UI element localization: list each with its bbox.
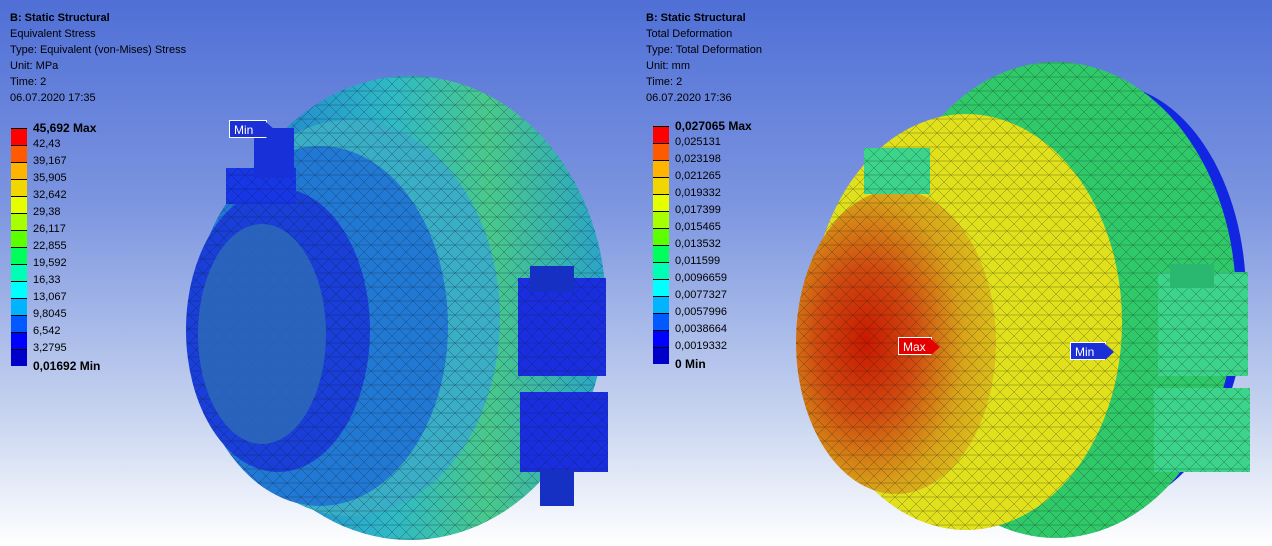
result-name: Total Deformation <box>646 28 733 40</box>
legend-label: 9,8045 <box>33 308 67 320</box>
result-date: 06.07.2020 17:36 <box>646 92 732 104</box>
legend-swatch <box>11 332 27 349</box>
result-name: Equivalent Stress <box>10 28 96 40</box>
legend-label: 0,015465 <box>675 221 721 233</box>
result-unit: Unit: mm <box>646 60 690 72</box>
legend-label: 0,025131 <box>675 136 721 148</box>
legend-label: 0,017399 <box>675 204 721 216</box>
legend-swatch <box>11 196 27 213</box>
legend-swatch <box>653 347 669 364</box>
legend-label: 0,011599 <box>675 255 721 267</box>
legend-label: 0,019332 <box>675 187 721 199</box>
legend-label: 19,592 <box>33 257 67 269</box>
legend-swatch <box>11 128 27 145</box>
result-time: Time: 2 <box>646 76 683 88</box>
legend-swatch <box>653 177 669 194</box>
result-type: Type: Total Deformation <box>646 44 762 56</box>
stress-viewport[interactable]: B: Static Structural Equivalent Stress T… <box>0 0 636 546</box>
legend-swatch <box>11 179 27 196</box>
legend-swatch <box>653 262 669 279</box>
legend-label: 6,542 <box>33 325 61 337</box>
legend-label: 0,0096659 <box>675 272 727 284</box>
legend-swatch <box>653 228 669 245</box>
legend-label: 0,0038664 <box>675 323 727 335</box>
legend-label: 0,0077327 <box>675 289 727 301</box>
legend-label: 22,855 <box>33 240 67 252</box>
probe-arrow <box>1105 344 1114 360</box>
legend-min-label: 0,01692 Min <box>33 359 101 373</box>
stress-info-block: B: Static Structural Equivalent Stress T… <box>10 10 186 106</box>
legend-swatch <box>653 296 669 313</box>
legend-label: 16,33 <box>33 274 61 286</box>
legend-swatch <box>653 194 669 211</box>
legend-label: 0,023198 <box>675 153 721 165</box>
legend-swatch <box>653 330 669 347</box>
legend-label: 39,167 <box>33 155 67 167</box>
result-date: 06.07.2020 17:35 <box>10 92 96 104</box>
legend-swatch <box>653 313 669 330</box>
legend-swatch <box>11 264 27 281</box>
legend-swatch <box>653 279 669 296</box>
probe-text: Max <box>903 340 926 354</box>
min-probe-label[interactable]: Min <box>1070 342 1114 360</box>
legend-label: 42,43 <box>33 138 61 150</box>
legend-swatch <box>653 245 669 262</box>
legend-label: 13,067 <box>33 291 67 303</box>
legend-label: 3,2795 <box>33 342 67 354</box>
legend-label: 0,027065 Max <box>675 119 752 133</box>
analysis-title: B: Static Structural <box>646 12 746 24</box>
legend-label: 45,692 Max <box>33 121 97 135</box>
legend-min-label: 0 Min <box>675 357 706 371</box>
max-probe-label[interactable]: Max <box>898 337 940 355</box>
deformation-info-block: B: Static Structural Total Deformation T… <box>646 10 762 106</box>
legend-swatch <box>11 145 27 162</box>
legend-swatch <box>11 247 27 264</box>
legend-label: 0,021265 <box>675 170 721 182</box>
legend-label: 32,642 <box>33 189 67 201</box>
legend-swatch <box>11 281 27 298</box>
probe-text: Min <box>1075 345 1095 359</box>
legend-swatch <box>653 160 669 177</box>
legend-label: 0,013532 <box>675 238 721 250</box>
analysis-title: B: Static Structural <box>10 12 110 24</box>
legend-swatch <box>11 349 27 366</box>
legend-swatch <box>11 230 27 247</box>
legend-swatch <box>653 211 669 228</box>
legend-swatch <box>11 162 27 179</box>
legend-label: 0,0057996 <box>675 306 727 318</box>
deformation-viewport[interactable]: B: Static Structural Total Deformation T… <box>636 0 1272 546</box>
result-type: Type: Equivalent (von-Mises) Stress <box>10 44 187 56</box>
legend-label: 26,117 <box>33 223 66 235</box>
probe-text: Min <box>234 123 254 137</box>
legend-swatch <box>653 126 669 143</box>
legend-swatch <box>11 315 27 332</box>
min-probe-label[interactable]: Min <box>229 120 275 138</box>
legend-swatch <box>653 143 669 160</box>
legend-label: 35,905 <box>33 172 67 184</box>
legend-label: 0,0019332 <box>675 340 727 352</box>
result-time: Time: 2 <box>10 76 47 88</box>
legend-swatch <box>11 298 27 315</box>
result-unit: Unit: MPa <box>10 60 59 72</box>
probe-arrow <box>931 339 940 355</box>
probe-arrow <box>266 122 275 138</box>
legend-label: 29,38 <box>33 206 61 218</box>
legend-swatch <box>11 213 27 230</box>
